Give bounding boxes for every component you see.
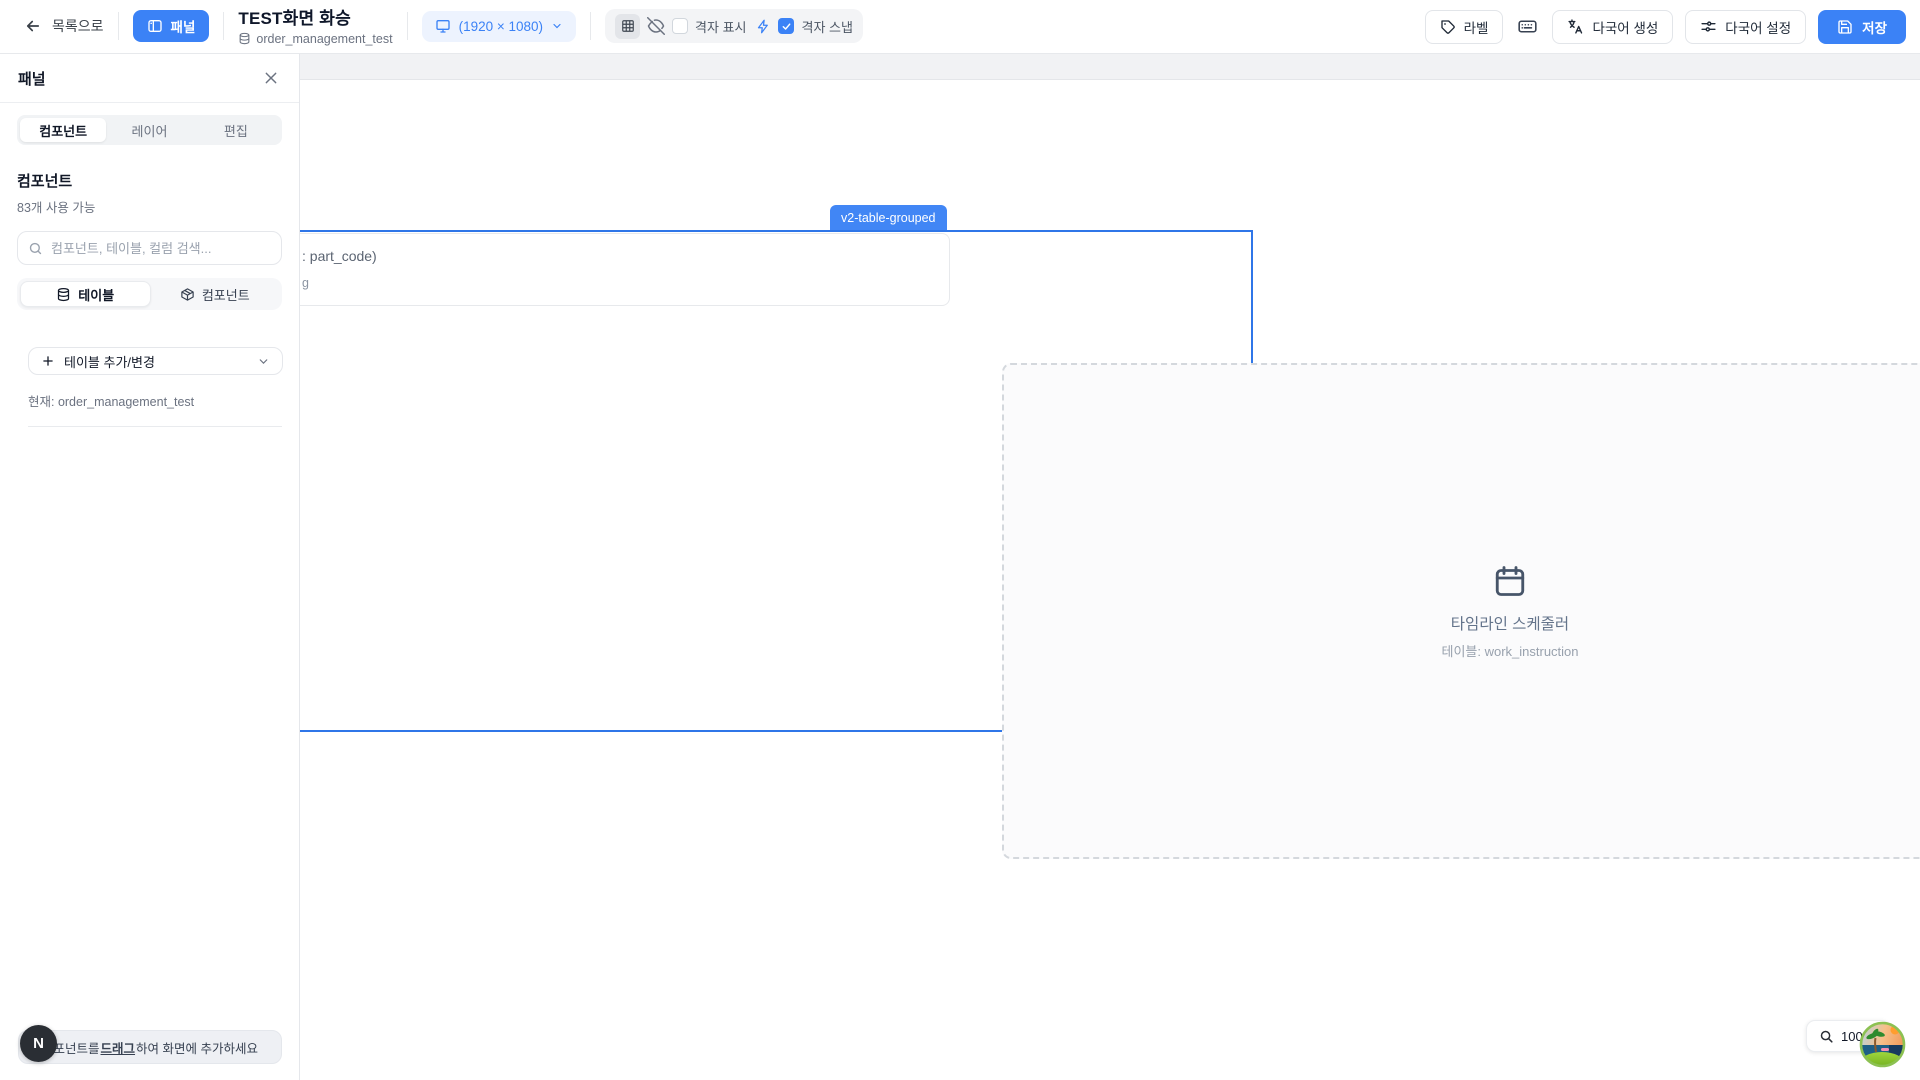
design-screen[interactable]: v2-table-grouped : part_code) g 타임라인 스케줄… [300,79,1920,1080]
grid-show-checkbox[interactable] [672,18,688,34]
toolbar-left-group: 목록으로 패널 TEST화면 화승 order_management_test [24,7,863,46]
source-filter-segment: 테이블 컴포넌트 [17,278,282,310]
toolbar-right-group: 라벨 다국어 생성 다국어 설정 저장 [1425,10,1906,44]
magnifier-icon [1819,1029,1834,1044]
eye-off-icon[interactable] [647,17,665,35]
add-change-table-button[interactable]: 테이블 추가/변경 [28,347,283,375]
grid-options-group: 격자 표시 격자 스냅 [605,9,863,43]
top-toolbar: 목록으로 패널 TEST화면 화승 order_management_test [0,0,1920,54]
add-change-table-label: 테이블 추가/변경 [64,352,248,371]
search-icon [28,241,43,256]
calendar-icon [1492,563,1528,599]
tab-components[interactable]: 컴포넌트 [20,118,106,142]
divider [223,12,224,40]
lightning-icon[interactable] [756,19,771,34]
save-button-text: 저장 [1862,17,1887,37]
divider [407,12,408,40]
panel-header: 패널 [0,54,299,103]
current-table-label: 현재: order_management_test [28,391,282,410]
grid-icon[interactable] [615,14,640,39]
save-button[interactable]: 저장 [1818,10,1906,44]
filter-tables-label: 테이블 [78,285,114,304]
back-to-list-label: 목록으로 [52,16,104,36]
table-header-text: : part_code) [302,248,377,264]
translate-icon [1567,18,1584,35]
collaborator-cursor-badge: N [20,1025,57,1062]
package-icon [180,287,195,302]
panel-toggle-label: 패널 [171,16,196,36]
i18n-generate-button[interactable]: 다국어 생성 [1552,10,1673,44]
drag-hint: 컴포넌트를 드래그하여 화면에 추가하세요 [18,1030,282,1064]
resolution-selector[interactable]: (1920 × 1080) [422,11,576,42]
panel-title: 패널 [18,68,46,89]
timeline-table-name: 테이블: work_instruction [1441,641,1578,660]
filter-components-label: 컴포넌트 [202,285,250,304]
selected-component-tag: v2-table-grouped [830,205,947,230]
back-arrow-icon [24,17,42,35]
timeline-scheduler-component[interactable]: 타임라인 스케줄러 테이블: work_instruction [1002,363,1920,859]
components-available-count: 83개 사용 가능 [17,197,282,216]
hint-text-suffix: 하여 화면에 추가하세요 [136,1038,258,1057]
grid-snap-label: 격자 스냅 [801,17,852,36]
chevron-down-icon [551,20,563,32]
filter-components[interactable]: 컴포넌트 [151,281,280,307]
close-icon [263,70,279,86]
label-button[interactable]: 라벨 [1425,10,1504,44]
close-panel-button[interactable] [259,66,283,90]
sliders-icon [1700,18,1717,35]
monitor-icon [435,18,451,34]
components-section-title: 컴포넌트 [17,170,282,191]
search-input[interactable] [51,241,271,256]
grid-show-label: 격자 표시 [695,17,746,36]
table-subtext: g [302,276,309,290]
chevron-down-icon [257,355,270,368]
tag-icon [1440,19,1456,35]
panel-toggle-button[interactable]: 패널 [133,10,210,42]
screen-title-block: TEST화면 화승 order_management_test [238,7,392,46]
grid-snap-checkbox[interactable] [778,18,794,34]
database-icon [238,32,251,45]
page-title: TEST화면 화승 [238,9,392,29]
island-image [1859,1021,1906,1068]
panel-tab-bar: 컴포넌트 레이어 편집 [17,115,282,145]
divider [118,12,119,40]
label-button-text: 라벨 [1464,17,1489,37]
tab-edit[interactable]: 편집 [193,118,279,142]
filter-tables[interactable]: 테이블 [20,281,151,307]
timeline-title: 타임라인 스케줄러 [1451,612,1569,634]
components-panel: 패널 컴포넌트 레이어 편집 컴포넌트 83개 사용 가능 테이블 [0,54,300,1080]
plus-icon [41,354,55,368]
table-component-header-card [300,233,950,306]
bound-table-name: order_management_test [256,32,392,46]
sidebar-panel-icon [147,18,163,34]
database-icon [56,287,71,302]
save-icon [1837,19,1853,35]
resolution-value: (1920 × 1080) [459,19,543,34]
keyboard-shortcuts-button[interactable] [1515,14,1540,39]
divider [590,12,591,40]
divider [28,426,282,427]
component-search-box [17,231,282,265]
i18n-settings-text: 다국어 설정 [1725,17,1791,37]
i18n-settings-button[interactable]: 다국어 설정 [1685,10,1806,44]
i18n-generate-text: 다국어 생성 [1592,17,1658,37]
hint-text-drag: 드래그 [101,1038,136,1057]
tab-layers[interactable]: 레이어 [106,118,192,142]
back-to-list-button[interactable]: 목록으로 [24,16,104,36]
